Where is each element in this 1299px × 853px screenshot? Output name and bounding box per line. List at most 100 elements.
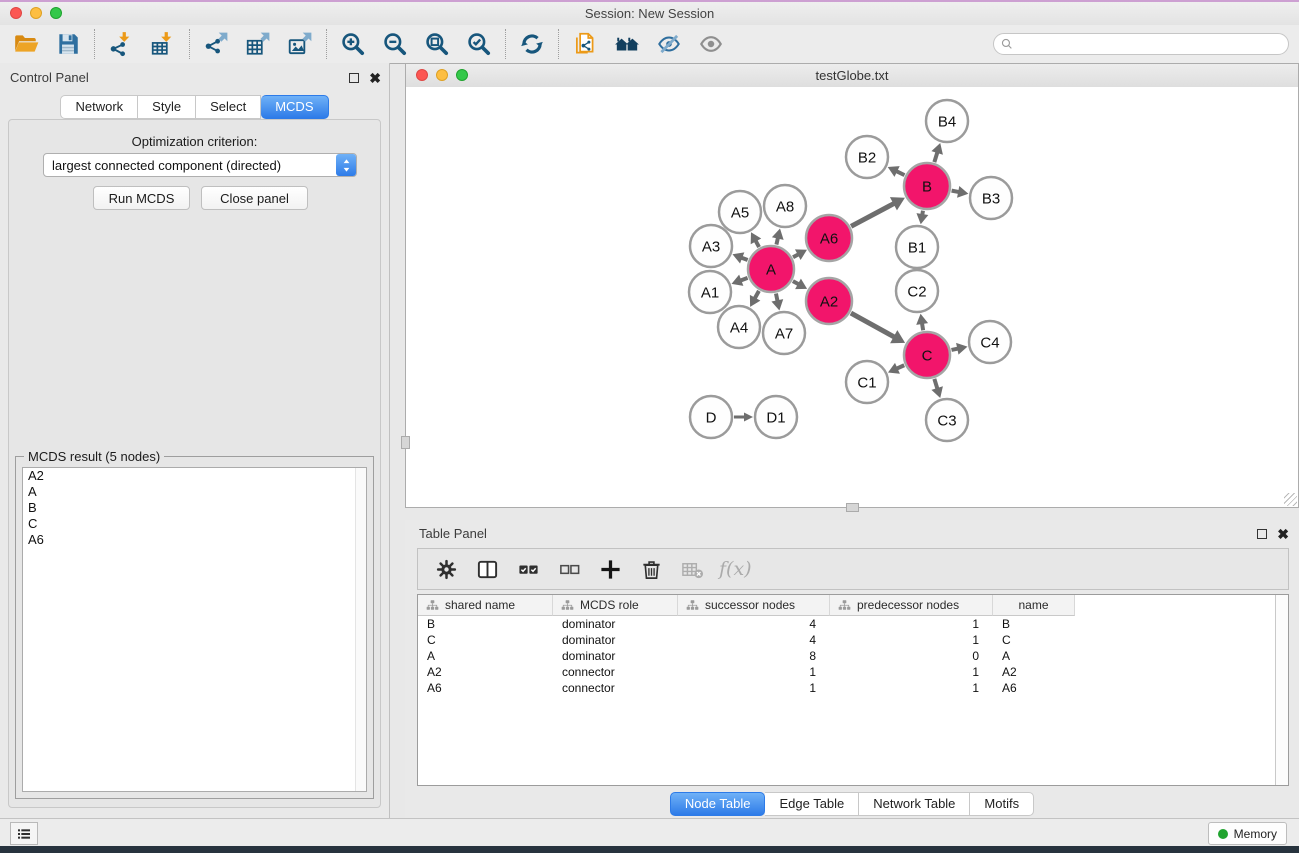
table-row[interactable]: A6connector11A6: [418, 680, 1288, 696]
column-header-predecessor-nodes[interactable]: predecessor nodes: [830, 595, 993, 616]
memory-button[interactable]: Memory: [1208, 822, 1287, 845]
graph-edge[interactable]: [952, 191, 960, 192]
import-network-icon[interactable]: [107, 30, 135, 58]
save-session-icon[interactable]: [54, 30, 82, 58]
table-row[interactable]: Adominator80A: [418, 648, 1288, 664]
task-history-button[interactable]: [10, 822, 38, 845]
zoom-fit-icon[interactable]: [423, 30, 451, 58]
close-panel-button[interactable]: Close panel: [201, 186, 308, 210]
search-input[interactable]: [1018, 36, 1282, 52]
import-table-icon[interactable]: [149, 30, 177, 58]
delete-icon[interactable]: [637, 555, 665, 583]
deselect-all-icon[interactable]: [555, 555, 583, 583]
table-cell: B: [993, 616, 1075, 632]
graph-edge[interactable]: [934, 379, 937, 389]
node-label: A3: [702, 238, 720, 255]
column-header-name[interactable]: name: [993, 595, 1075, 616]
columns-icon[interactable]: [473, 555, 501, 583]
tab-node-table[interactable]: Node Table: [670, 792, 766, 816]
function-builder-icon[interactable]: f(x): [719, 558, 752, 580]
settings-icon[interactable]: [432, 555, 460, 583]
tab-mcds[interactable]: MCDS: [261, 95, 328, 119]
memory-status-icon: [1218, 829, 1228, 839]
graph-edge[interactable]: [851, 203, 894, 226]
export-table-icon[interactable]: [244, 30, 272, 58]
graph-edge[interactable]: [755, 240, 759, 247]
mcds-result-item[interactable]: A2: [23, 468, 366, 484]
graph-edge[interactable]: [740, 278, 747, 281]
run-mcds-button[interactable]: Run MCDS: [93, 186, 190, 210]
search-box[interactable]: [993, 33, 1289, 55]
graph-edge[interactable]: [934, 152, 937, 162]
refresh-icon[interactable]: [518, 30, 546, 58]
mcds-result-item[interactable]: A6: [23, 532, 366, 548]
table-cell: dominator: [553, 632, 678, 648]
table-cell: 0: [830, 648, 993, 664]
splitter-handle-bottom[interactable]: [846, 503, 859, 512]
node-label: D: [706, 409, 717, 426]
criterion-select[interactable]: largest connected component (directed): [43, 153, 357, 177]
mcds-result-item[interactable]: B: [23, 500, 366, 516]
criterion-selected-value: largest connected component (directed): [44, 158, 336, 173]
edge-arrowhead-icon: [916, 213, 928, 224]
mcds-result-item[interactable]: C: [23, 516, 366, 532]
graph-edge[interactable]: [951, 349, 958, 350]
splitter-handle-left[interactable]: [401, 436, 410, 449]
zoom-out-icon[interactable]: [381, 30, 409, 58]
resize-grip-icon[interactable]: [1284, 493, 1297, 506]
mcds-result-item[interactable]: A: [23, 484, 366, 500]
tab-edge-table[interactable]: Edge Table: [765, 792, 859, 816]
toolbar-group: [189, 29, 326, 59]
delete-table-icon[interactable]: [678, 555, 706, 583]
export-image-icon[interactable]: [286, 30, 314, 58]
table-row[interactable]: Cdominator41C: [418, 632, 1288, 648]
zoom-in-icon[interactable]: [339, 30, 367, 58]
export-network-icon[interactable]: [202, 30, 230, 58]
network-canvas[interactable]: AA1A2A3A4A5A6A7A8BB1B2B3B4CC1C2C3C4DD1: [406, 87, 1298, 507]
close-panel-icon[interactable]: ✖: [369, 73, 381, 83]
tab-motifs[interactable]: Motifs: [970, 792, 1034, 816]
tab-network[interactable]: Network: [60, 95, 138, 119]
add-icon[interactable]: [596, 555, 624, 583]
mcds-result-list[interactable]: A2ABCA6: [22, 467, 367, 792]
eye-icon[interactable]: [697, 30, 725, 58]
hide-labels-icon[interactable]: [655, 30, 683, 58]
node-table[interactable]: shared nameMCDS rolesuccessor nodesprede…: [417, 594, 1289, 786]
tab-select[interactable]: Select: [196, 95, 261, 119]
table-close-panel-icon[interactable]: ✖: [1277, 529, 1289, 539]
float-panel-icon[interactable]: [349, 73, 359, 83]
column-header-successor-nodes[interactable]: successor nodes: [678, 595, 830, 616]
clone-network-icon[interactable]: [571, 30, 599, 58]
open-session-icon[interactable]: [12, 30, 40, 58]
graph-edge[interactable]: [776, 293, 778, 301]
table-cell: C: [993, 632, 1075, 648]
mcds-panel: Optimization criterion: largest connecte…: [8, 119, 381, 808]
zoom-selected-icon[interactable]: [465, 30, 493, 58]
tab-style[interactable]: Style: [138, 95, 196, 119]
control-panel-tabs: NetworkStyleSelectMCDS: [60, 95, 328, 119]
table-cell: 4: [678, 616, 830, 632]
table-row[interactable]: Bdominator41B: [418, 616, 1288, 632]
network-graph[interactable]: AA1A2A3A4A5A6A7A8BB1B2B3B4CC1C2C3C4DD1: [406, 87, 1298, 507]
graph-edge[interactable]: [741, 258, 747, 260]
table-scrollbar[interactable]: [1275, 595, 1288, 785]
graph-edge[interactable]: [755, 291, 759, 299]
column-header-MCDS-role[interactable]: MCDS role: [553, 595, 678, 616]
network-window-titlebar[interactable]: testGlobe.txt: [406, 64, 1298, 88]
home-icon[interactable]: [613, 30, 641, 58]
edge-arrowhead-icon: [956, 343, 967, 355]
select-all-icon[interactable]: [514, 555, 542, 583]
graph-edge[interactable]: [793, 281, 799, 284]
column-header-shared-name[interactable]: shared name: [418, 595, 553, 616]
table-row[interactable]: A2connector11A2: [418, 664, 1288, 680]
graph-edge[interactable]: [922, 323, 923, 330]
graph-edge[interactable]: [776, 238, 778, 245]
graph-edge[interactable]: [851, 313, 895, 337]
list-scrollbar[interactable]: [355, 468, 366, 791]
node-label: C2: [907, 283, 926, 300]
table-float-panel-icon[interactable]: [1257, 529, 1267, 539]
table-cell: 1: [678, 680, 830, 696]
graph-edge[interactable]: [897, 365, 905, 368]
tab-network-table[interactable]: Network Table: [859, 792, 970, 816]
graph-edge[interactable]: [896, 171, 904, 175]
